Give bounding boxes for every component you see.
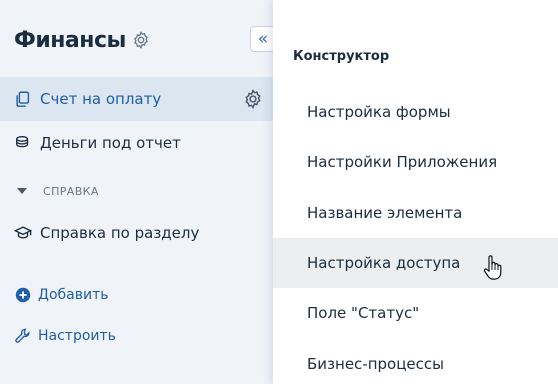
- menu-item-access-settings[interactable]: Настройка доступа: [273, 238, 558, 288]
- configure-button[interactable]: Настроить: [14, 325, 116, 347]
- app-header: Финансы: [14, 26, 151, 54]
- add-label: Добавить: [38, 287, 109, 303]
- menu-item-status-field[interactable]: Поле "Статус": [273, 288, 558, 338]
- menu-item-element-name[interactable]: Название элемента: [273, 188, 558, 238]
- sidebar-item-advance[interactable]: Деньги под отчет: [0, 121, 276, 165]
- gear-icon[interactable]: [131, 30, 151, 50]
- coins-icon: [14, 133, 34, 153]
- menu-heading: Конструктор: [293, 49, 390, 64]
- double-chevron-left-icon: «: [257, 29, 269, 49]
- app-title: Финансы: [14, 27, 126, 53]
- plus-circle-icon: [14, 285, 34, 305]
- constructor-menu: Конструктор Настройка формы Настройки Пр…: [273, 0, 558, 384]
- gear-icon[interactable]: [242, 88, 264, 110]
- sidebar-item-label: Деньги под отчет: [40, 134, 181, 152]
- menu-item-form-settings[interactable]: Настройка формы: [273, 87, 558, 137]
- menu-item-app-settings[interactable]: Настройки Приложения: [273, 137, 558, 187]
- wrench-icon: [14, 326, 34, 346]
- section-header-help[interactable]: СПРАВКА: [14, 182, 99, 200]
- section-label: СПРАВКА: [43, 184, 99, 198]
- caret-down-icon: [17, 188, 27, 194]
- add-button[interactable]: Добавить: [14, 284, 108, 306]
- hand-pointer-icon: [483, 255, 502, 280]
- configure-label: Настроить: [38, 328, 116, 344]
- sidebar-item-invoice[interactable]: Счет на оплату: [0, 77, 276, 121]
- sidebar-item-help[interactable]: Справка по разделу: [0, 211, 276, 255]
- sidebar-item-label: Счет на оплату: [40, 90, 162, 108]
- copy-icon: [14, 89, 34, 109]
- sidebar: Финансы « Счет на оплату Деньги под отче…: [0, 0, 276, 384]
- sidebar-item-label: Справка по разделу: [40, 224, 200, 242]
- graduation-cap-icon: [14, 223, 34, 243]
- menu-item-business-processes[interactable]: Бизнес-процессы: [273, 339, 558, 384]
